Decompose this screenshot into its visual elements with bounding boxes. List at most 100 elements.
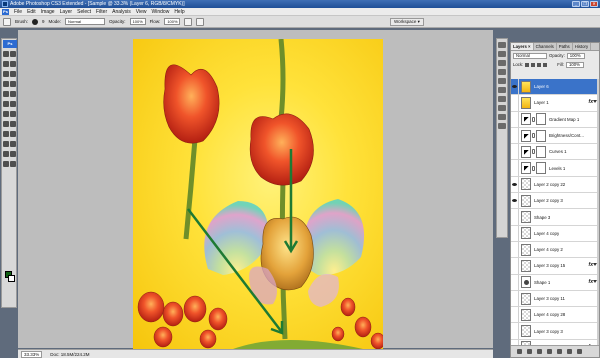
- menu-edit[interactable]: Edit: [27, 9, 36, 15]
- visibility-toggle[interactable]: [511, 176, 519, 193]
- crop-tool-icon[interactable]: [3, 71, 9, 77]
- visibility-toggle[interactable]: [511, 79, 519, 95]
- move-tool-icon[interactable]: [3, 51, 9, 57]
- visibility-toggle[interactable]: [511, 127, 519, 144]
- tool-preset-picker-icon[interactable]: [3, 17, 11, 26]
- tab-paths[interactable]: Paths: [557, 43, 573, 50]
- notes-tool-icon[interactable]: [3, 151, 9, 157]
- menu-view[interactable]: View: [136, 9, 147, 15]
- slice-tool-icon[interactable]: [10, 71, 16, 77]
- tab-history[interactable]: History: [573, 43, 592, 50]
- 3d-rotate-icon[interactable]: [3, 141, 9, 147]
- add-mask-icon[interactable]: [537, 349, 542, 354]
- visibility-toggle[interactable]: [511, 241, 519, 258]
- new-group-icon[interactable]: [557, 349, 562, 354]
- visibility-toggle[interactable]: [511, 225, 519, 241]
- menu-layer[interactable]: Layer: [60, 9, 73, 15]
- healing-brush-icon[interactable]: [3, 81, 9, 87]
- layer-mask-thumbnail[interactable]: [536, 162, 546, 175]
- visibility-toggle[interactable]: [511, 193, 519, 209]
- magic-wand-tool-icon[interactable]: [10, 61, 16, 67]
- layer-row[interactable]: Layer 4 copy 28: [511, 307, 599, 324]
- layer-mask-thumbnail[interactable]: [536, 129, 546, 142]
- layer-mask-thumbnail[interactable]: [536, 113, 546, 126]
- visibility-toggle[interactable]: [511, 258, 519, 274]
- new-adjustment-layer-icon[interactable]: [547, 349, 552, 354]
- hand-tool-icon[interactable]: [3, 161, 9, 167]
- lock-all-icon[interactable]: [543, 62, 548, 67]
- maximize-button[interactable]: ❐: [581, 1, 589, 7]
- histogram-panel-icon[interactable]: [498, 51, 506, 57]
- layer-row[interactable]: Layer 3 copy 11: [511, 290, 599, 308]
- lock-position-icon[interactable]: [537, 62, 542, 67]
- add-layer-style-icon[interactable]: [527, 349, 532, 354]
- flow-field[interactable]: 100%: [164, 18, 181, 25]
- brush-tool-icon[interactable]: [10, 81, 16, 87]
- visibility-toggle[interactable]: [511, 209, 519, 225]
- eyedropper-icon[interactable]: [10, 151, 16, 157]
- layer-row[interactable]: Layer 4 copy: [511, 225, 599, 242]
- chain-link-icon[interactable]: [532, 116, 535, 122]
- info-panel-icon[interactable]: [498, 60, 506, 66]
- clone-source-panel-icon[interactable]: [498, 123, 506, 129]
- layer-row[interactable]: Layer 6: [511, 79, 599, 96]
- layer-row[interactable]: Shape 1 fx: [511, 274, 599, 291]
- layer-row[interactable]: Layer 3 copy 3: [511, 323, 599, 340]
- ps-menu-icon[interactable]: Ps: [2, 8, 9, 15]
- layer-row[interactable]: Levels 1: [511, 160, 599, 177]
- color-panel-icon[interactable]: [498, 69, 506, 75]
- visibility-toggle[interactable]: [511, 160, 519, 176]
- visibility-toggle[interactable]: [511, 95, 519, 111]
- dodge-tool-icon[interactable]: [10, 111, 16, 117]
- visibility-toggle[interactable]: [511, 274, 519, 290]
- brushes-panel-icon[interactable]: [498, 114, 506, 120]
- actions-panel-icon[interactable]: [498, 96, 506, 102]
- menu-filter[interactable]: Filter: [96, 9, 107, 15]
- visibility-toggle[interactable]: [511, 144, 519, 160]
- layer-row[interactable]: Curves 1: [511, 144, 599, 161]
- clone-stamp-icon[interactable]: [3, 91, 9, 97]
- workspace-menu[interactable]: Workspace ▾: [390, 18, 424, 26]
- chain-link-icon[interactable]: [532, 149, 535, 155]
- styles-panel-icon[interactable]: [498, 87, 506, 93]
- visibility-toggle[interactable]: [511, 323, 519, 339]
- history-brush-icon[interactable]: [10, 91, 16, 97]
- airbrush-icon[interactable]: [184, 17, 193, 26]
- menu-window[interactable]: Window: [152, 9, 170, 15]
- layer-row[interactable]: Layer 1 fx: [511, 95, 599, 112]
- blend-mode-select[interactable]: Normal: [513, 52, 547, 59]
- layer-opacity-field[interactable]: 100%: [566, 52, 585, 59]
- layer-row[interactable]: Shape 3: [511, 209, 599, 226]
- visibility-toggle[interactable]: [511, 290, 519, 307]
- visibility-toggle[interactable]: [511, 111, 519, 127]
- layer-row[interactable]: Layer 2 copy 22: [511, 176, 599, 194]
- layer-row[interactable]: Gradient Map 1: [511, 111, 599, 128]
- chain-link-icon[interactable]: [532, 133, 535, 139]
- gradient-tool-icon[interactable]: [10, 101, 16, 107]
- 3d-orbit-icon[interactable]: [10, 141, 16, 147]
- navigator-panel-icon[interactable]: [498, 42, 506, 48]
- swatches-panel-icon[interactable]: [498, 78, 506, 84]
- document-canvas[interactable]: [133, 39, 383, 349]
- menu-analysis[interactable]: Analysis: [112, 9, 131, 15]
- visibility-toggle[interactable]: [511, 307, 519, 323]
- layer-row[interactable]: Layer 4 copy 2: [511, 241, 599, 259]
- type-tool-icon[interactable]: [10, 121, 16, 127]
- lock-transparency-icon[interactable]: [525, 62, 530, 67]
- opacity-field[interactable]: 100%: [129, 18, 146, 25]
- tool-presets-panel-icon[interactable]: [498, 105, 506, 111]
- new-layer-icon[interactable]: [567, 349, 572, 354]
- layer-list-scrollbar[interactable]: [597, 79, 599, 345]
- link-layers-icon[interactable]: [517, 349, 522, 354]
- tab-layers[interactable]: Layers ×: [511, 43, 534, 50]
- marquee-tool-icon[interactable]: [10, 51, 16, 57]
- brush-preview-icon[interactable]: [32, 18, 39, 25]
- shape-tool-icon[interactable]: [10, 131, 16, 137]
- background-color-swatch[interactable]: [8, 275, 15, 282]
- tab-channels[interactable]: Channels: [534, 43, 557, 50]
- fill-field[interactable]: 100%: [565, 61, 584, 68]
- menu-file[interactable]: File: [14, 9, 22, 15]
- zoom-tool-icon[interactable]: [10, 161, 16, 167]
- menu-image[interactable]: Image: [41, 9, 55, 15]
- delete-layer-icon[interactable]: [577, 349, 582, 354]
